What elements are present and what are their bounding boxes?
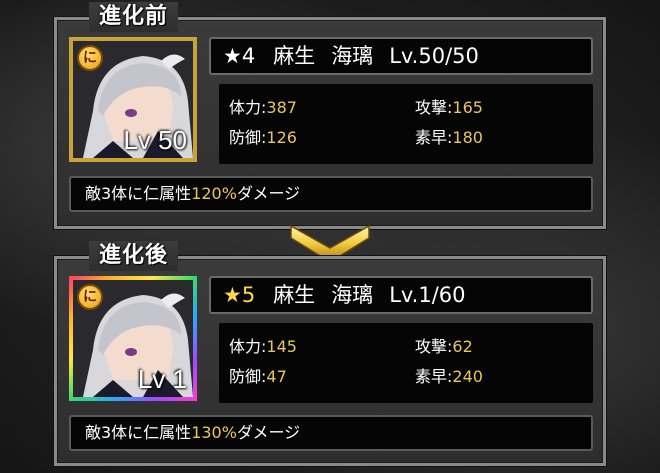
after-title: 進化後	[89, 241, 179, 271]
stat-attack: 攻撃:165	[415, 98, 483, 117]
after-stats: 体力:145 攻撃:62 防御:47 素早:240	[219, 323, 593, 403]
before-evolution-panel: 進化前 に Lv 50 ★4 麻生 海璃 Lv.50/50 体力:387 攻撃:165…	[54, 2, 606, 229]
level-text: Lv.50/50	[389, 44, 479, 68]
stat-speed: 素早:240	[415, 367, 483, 386]
stat-attack: 攻撃:62	[415, 337, 473, 356]
before-character-portrait[interactable]: に Lv 50	[69, 37, 197, 162]
character-surname: 麻生	[273, 44, 316, 68]
character-surname: 麻生	[273, 283, 316, 307]
before-title: 進化前	[89, 2, 179, 32]
before-skill-description: 敵3体に仁属性120%ダメージ	[69, 176, 593, 212]
after-character-portrait[interactable]: に Lv 1	[69, 276, 197, 401]
level-text: Lv.1/60	[389, 283, 466, 307]
character-given-name: 海璃	[331, 44, 374, 68]
attribute-badge-icon: に	[77, 284, 103, 310]
after-skill-description: 敵3体に仁属性130%ダメージ	[69, 415, 593, 451]
stat-hp: 体力:387	[229, 98, 297, 117]
portrait-level: Lv 50	[123, 125, 187, 155]
before-name-bar: ★4 麻生 海璃 Lv.50/50	[209, 37, 593, 75]
stat-defense: 防御:126	[229, 128, 297, 147]
character-given-name: 海璃	[331, 283, 374, 307]
after-evolution-panel: 進化後 に Lv 1 ★5 麻生 海璃 Lv.1/60 体力:145 攻撃:62 防御…	[54, 241, 606, 466]
stat-hp: 体力:145	[229, 337, 297, 356]
stat-speed: 素早:180	[415, 128, 483, 147]
portrait-level: Lv 1	[137, 364, 187, 394]
after-name-bar: ★5 麻生 海璃 Lv.1/60	[209, 276, 593, 314]
attribute-badge-icon: に	[77, 45, 103, 71]
rarity-stars: ★4	[223, 44, 256, 68]
stat-defense: 防御:47	[229, 367, 287, 386]
rarity-stars: ★5	[223, 283, 256, 307]
before-stats: 体力:387 攻撃:165 防御:126 素早:180	[219, 84, 593, 164]
